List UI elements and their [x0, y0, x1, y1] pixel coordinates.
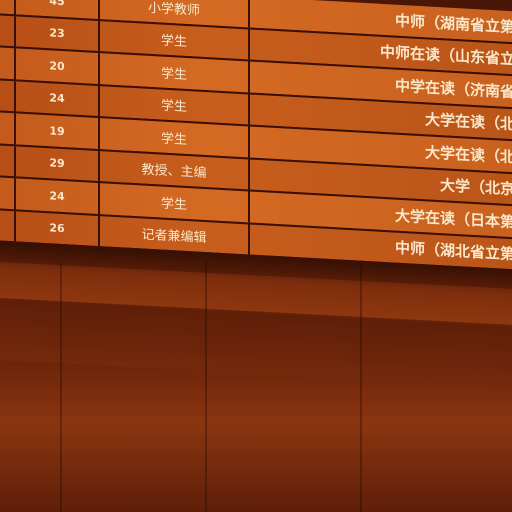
age-cell: 24	[16, 80, 100, 117]
blank-cell	[0, 0, 16, 14]
blank-cell	[0, 209, 16, 242]
age-cell: 24	[16, 178, 100, 214]
panel-seam	[60, 262, 62, 512]
age-cell: 20	[16, 48, 100, 84]
age-cell: 23	[16, 15, 100, 52]
age-cell: 26	[16, 210, 100, 247]
blank-cell	[0, 47, 16, 79]
blank-cell	[0, 144, 16, 177]
age-cell: 29	[16, 145, 100, 182]
blank-cell	[0, 177, 16, 209]
exhibit-scene: 45 小学教师 中师（湖南省立第一 23 学生 中师在读（山东省立第 20 学生…	[0, 0, 512, 512]
education-text: 大学在读（北京	[424, 110, 512, 135]
education-text: 大学（北京大	[439, 176, 512, 200]
blank-cell	[0, 79, 16, 112]
panel-seam	[360, 262, 362, 512]
education-text: 中师（湖南省立第一	[394, 11, 512, 37]
blank-cell	[0, 14, 16, 47]
education-text: 大学在读（北京	[424, 143, 512, 167]
blank-cell	[0, 112, 16, 144]
education-text: 中学在读（济南省立	[394, 76, 512, 102]
education-text: 中师（湖北省立第一	[394, 238, 512, 265]
education-text: 大学在读（日本第一	[394, 206, 512, 232]
age-cell: 19	[16, 113, 100, 149]
panel-seam	[205, 262, 207, 512]
education-text: 中师在读（山东省立第	[379, 43, 512, 70]
biography-table: 45 小学教师 中师（湖南省立第一 23 学生 中师在读（山东省立第 20 学生…	[0, 0, 512, 273]
